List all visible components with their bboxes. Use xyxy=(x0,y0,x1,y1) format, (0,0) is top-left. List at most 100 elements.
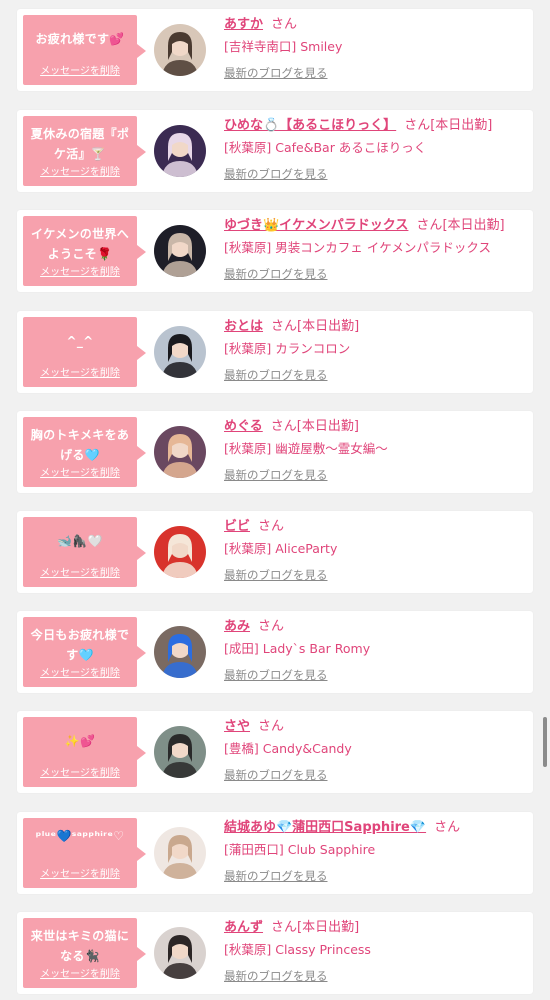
delete-message-link[interactable]: メッセージを削除 xyxy=(23,163,137,178)
shop-name: [豊橋] Candy&Candy xyxy=(224,741,352,756)
message-bubble: 胸のトキメキをあげる🩵 メッセージを削除 xyxy=(23,417,146,487)
shop-name: [成田] Lady`s Bar Romy xyxy=(224,641,371,656)
profile-info: おとは さん[本日出勤] [秋葉原] カランコロン 最新のブログを見る xyxy=(224,318,529,383)
profile-info: ひめな💍【あるこほりっく】 さん[本日出勤] [秋葉原] Cafe&Bar あるこほ… xyxy=(224,117,529,182)
delete-message-link[interactable]: メッセージを削除 xyxy=(23,263,137,278)
avatar[interactable] xyxy=(154,426,206,478)
name-line: ビビ さん xyxy=(224,518,529,536)
name-line: めぐる さん[本日出勤] xyxy=(224,418,529,436)
profile-name-link[interactable]: ビビ xyxy=(224,519,250,534)
name-line: あすか さん xyxy=(224,16,529,34)
latest-blog-link[interactable]: 最新のブログを見る xyxy=(224,467,328,483)
message-text: 夏休みの宿題『ポケ活』🍸 xyxy=(30,127,130,161)
avatar-image xyxy=(154,626,206,678)
message-bubble: 今日もお疲れ様です🩵 メッセージを削除 xyxy=(23,617,146,687)
avatar[interactable] xyxy=(154,526,206,578)
profile-name-link[interactable]: おとは xyxy=(224,319,263,334)
latest-blog-link[interactable]: 最新のブログを見る xyxy=(224,65,328,81)
message-card: お疲れ様です💕 メッセージを削除 あすか さん [吉祥寺南口] Smiley 最新のブログ… xyxy=(17,9,533,91)
profile-name-link[interactable]: 結城あゆ💎蒲田西口Sapphire💎 xyxy=(224,820,426,835)
honorific: さん xyxy=(416,218,443,233)
avatar[interactable] xyxy=(154,626,206,678)
name-line: おとは さん[本日出勤] xyxy=(224,318,529,336)
delete-message-link[interactable]: メッセージを削除 xyxy=(23,62,137,77)
message-card: 🐋🦍🤍 メッセージを削除 ビビ さん [秋葉原] AliceParty 最新のブログを見る xyxy=(17,511,533,593)
working-today-badge: [本日出勤] xyxy=(430,118,493,133)
delete-message-link[interactable]: メッセージを削除 xyxy=(23,764,137,779)
message-bubble: イケメンの世界へようこそ🌹 メッセージを削除 xyxy=(23,216,146,286)
profile-name-link[interactable]: めぐる xyxy=(224,419,263,434)
name-line: あんず さん[本日出勤] xyxy=(224,919,529,937)
message-card: ✨💕 メッセージを削除 さや さん [豊橋] Candy&Candy 最新のブログを見る xyxy=(17,711,533,793)
profile-name-link[interactable]: さや xyxy=(224,719,250,734)
delete-message-link[interactable]: メッセージを削除 xyxy=(23,564,137,579)
profile-info: あみ さん [成田] Lady`s Bar Romy 最新のブログを見る xyxy=(224,618,529,683)
honorific: さん xyxy=(271,319,298,334)
profile-info: あすか さん [吉祥寺南口] Smiley 最新のブログを見る xyxy=(224,16,529,81)
delete-message-link[interactable]: メッセージを削除 xyxy=(23,664,137,679)
message-text: ^_^ xyxy=(66,334,94,348)
honorific: さん xyxy=(258,619,285,634)
profile-name-link[interactable]: あみ xyxy=(224,619,250,634)
profile-info: 結城あゆ💎蒲田西口Sapphire💎 さん [蒲田西口] Club Sapphire… xyxy=(224,819,529,884)
shop-name: [秋葉原] カランコロン xyxy=(224,341,351,356)
honorific: さん xyxy=(271,17,298,32)
message-text: お疲れ様です💕 xyxy=(35,32,125,46)
name-line: 結城あゆ💎蒲田西口Sapphire💎 さん xyxy=(224,819,529,837)
shop-name: [蒲田西口] Club Sapphire xyxy=(224,842,376,857)
profile-name-link[interactable]: あんず xyxy=(224,920,263,935)
message-card: 夏休みの宿題『ポケ活』🍸 メッセージを削除 ひめな💍【あるこほりっく】 さん[本日出勤… xyxy=(17,110,533,192)
message-card: 今日もお疲れ様です🩵 メッセージを削除 あみ さん [成田] Lady`s Bar Ro… xyxy=(17,611,533,693)
message-text: 🐋🦍🤍 xyxy=(57,534,103,548)
avatar-image xyxy=(154,24,206,76)
delete-message-link[interactable]: メッセージを削除 xyxy=(23,464,137,479)
latest-blog-link[interactable]: 最新のブログを見る xyxy=(224,767,328,783)
avatar[interactable] xyxy=(154,927,206,979)
avatar-image xyxy=(154,225,206,277)
delete-message-link[interactable]: メッセージを削除 xyxy=(23,364,137,379)
working-today-badge: [本日出勤] xyxy=(297,319,360,334)
message-card: ^_^ メッセージを削除 おとは さん[本日出勤] [秋葉原] カランコロン 最新のブログ… xyxy=(17,311,533,393)
scrollbar[interactable] xyxy=(543,717,547,767)
name-line: さや さん xyxy=(224,718,529,736)
delete-message-link[interactable]: メッセージを削除 xyxy=(23,865,137,880)
profile-name-link[interactable]: ゆづき👑イケメンパラドックス xyxy=(224,218,408,233)
latest-blog-link[interactable]: 最新のブログを見る xyxy=(224,667,328,683)
latest-blog-link[interactable]: 最新のブログを見る xyxy=(224,968,328,984)
message-bubble: ᵖˡᵘᵉ💙ˢᵃᵖᵖʰⁱʳᵉ♡ メッセージを削除 xyxy=(23,818,146,888)
message-text: ✨💕 xyxy=(64,734,96,748)
name-line: ゆづき👑イケメンパラドックス さん[本日出勤] xyxy=(224,217,529,235)
avatar-image xyxy=(154,927,206,979)
avatar[interactable] xyxy=(154,326,206,378)
name-line: あみ さん xyxy=(224,618,529,636)
profile-name-link[interactable]: あすか xyxy=(224,17,263,32)
latest-blog-link[interactable]: 最新のブログを見る xyxy=(224,367,328,383)
message-bubble: お疲れ様です💕 メッセージを削除 xyxy=(23,15,146,85)
avatar-image xyxy=(154,326,206,378)
latest-blog-link[interactable]: 最新のブログを見る xyxy=(224,868,328,884)
latest-blog-link[interactable]: 最新のブログを見る xyxy=(224,166,328,182)
delete-message-link[interactable]: メッセージを削除 xyxy=(23,965,137,980)
latest-blog-link[interactable]: 最新のブログを見る xyxy=(224,567,328,583)
avatar[interactable] xyxy=(154,125,206,177)
shop-name: [秋葉原] 幽遊屋敷〜霊女編〜 xyxy=(224,441,388,456)
honorific: さん xyxy=(270,419,297,434)
shop-name: [吉祥寺南口] Smiley xyxy=(224,39,343,54)
honorific: さん xyxy=(258,719,285,734)
message-list: お疲れ様です💕 メッセージを削除 あすか さん [吉祥寺南口] Smiley 最新のブログ… xyxy=(0,0,550,1000)
avatar[interactable] xyxy=(154,24,206,76)
latest-blog-link[interactable]: 最新のブログを見る xyxy=(224,266,328,282)
honorific: さん xyxy=(258,519,285,534)
message-text: ᵖˡᵘᵉ💙ˢᵃᵖᵖʰⁱʳᵉ♡ xyxy=(35,829,125,843)
honorific: さん xyxy=(404,118,431,133)
shop-name: [秋葉原] Classy Princess xyxy=(224,942,371,957)
avatar[interactable] xyxy=(154,726,206,778)
avatar[interactable] xyxy=(154,827,206,879)
profile-info: ゆづき👑イケメンパラドックス さん[本日出勤] [秋葉原] 男装コンカフェ イケメン… xyxy=(224,217,529,282)
avatar-image xyxy=(154,426,206,478)
avatar-image xyxy=(154,526,206,578)
profile-name-link[interactable]: ひめな💍【あるこほりっく】 xyxy=(224,118,396,133)
message-text: 来世はキミの猫になる🐈‍⬛ xyxy=(30,929,130,963)
avatar[interactable] xyxy=(154,225,206,277)
message-card: ᵖˡᵘᵉ💙ˢᵃᵖᵖʰⁱʳᵉ♡ メッセージを削除 結城あゆ💎蒲田西口Sapphire💎… xyxy=(17,812,533,894)
